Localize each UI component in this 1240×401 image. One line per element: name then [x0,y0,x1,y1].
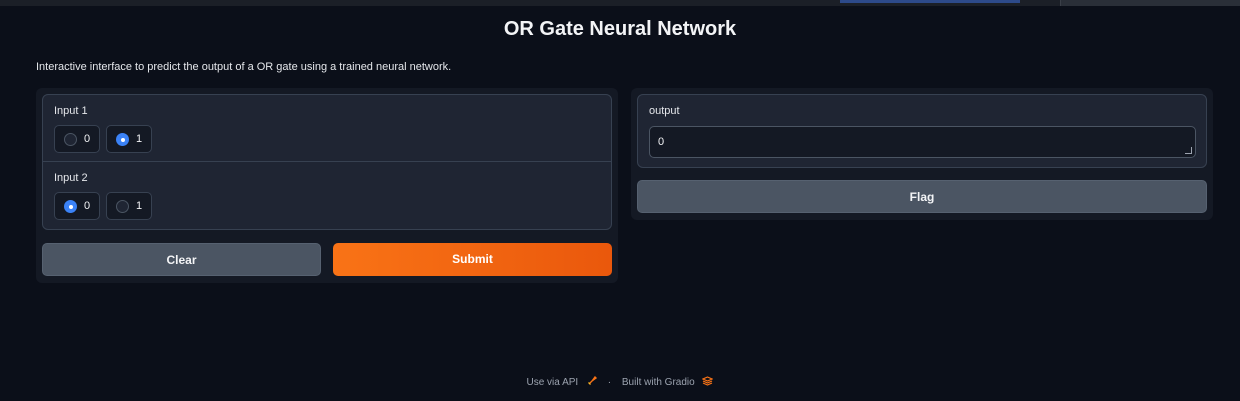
clear-button[interactable]: Clear [42,243,321,276]
option-label: 0 [84,133,91,145]
input-2-option-1[interactable]: 1 [106,192,152,220]
submit-button[interactable]: Submit [333,243,612,276]
option-label: 1 [136,200,143,212]
top-strip-link [840,0,1020,3]
use-via-api-link[interactable]: Use via API [527,377,579,388]
footer-separator: · [607,377,612,388]
input-1-label: Input 1 [54,105,88,117]
page-description: Interactive interface to predict the out… [36,61,452,73]
output-textbox[interactable]: 0 [649,126,1196,158]
browser-top-strip [0,0,1240,6]
option-label: 0 [84,200,91,212]
output-label: output [649,105,680,117]
top-strip-tab [1060,0,1240,6]
input-1-option-0[interactable]: 0 [54,125,100,153]
radio-checked-icon[interactable] [64,200,77,213]
output-panel: output 0 Flag [631,88,1213,220]
input-2-label: Input 2 [54,172,88,184]
radio-checked-icon[interactable] [116,133,129,146]
flag-button[interactable]: Flag [637,180,1207,213]
input-2-radio-group: Input 2 0 1 [43,162,611,229]
radio-icon[interactable] [116,200,129,213]
output-value: 0 [658,136,665,148]
radio-icon[interactable] [64,133,77,146]
rocket-icon[interactable] [587,375,598,389]
inputs-form: Input 1 0 1 Input 2 0 1 [42,94,612,230]
gradio-logo-icon [702,376,714,389]
output-container: output 0 [637,94,1207,168]
built-with-gradio-link[interactable]: Built with Gradio [622,377,695,388]
input-2-option-0[interactable]: 0 [54,192,100,220]
input-1-option-1[interactable]: 1 [106,125,152,153]
option-label: 1 [136,133,143,145]
input-panel: Input 1 0 1 Input 2 0 1 Clear Submit [36,88,618,283]
page-title: OR Gate Neural Network [503,18,737,40]
resize-handle-icon[interactable] [1185,147,1192,154]
footer: Use via API · Built with Gradio [0,375,1240,389]
input-1-radio-group: Input 1 0 1 [43,95,611,162]
